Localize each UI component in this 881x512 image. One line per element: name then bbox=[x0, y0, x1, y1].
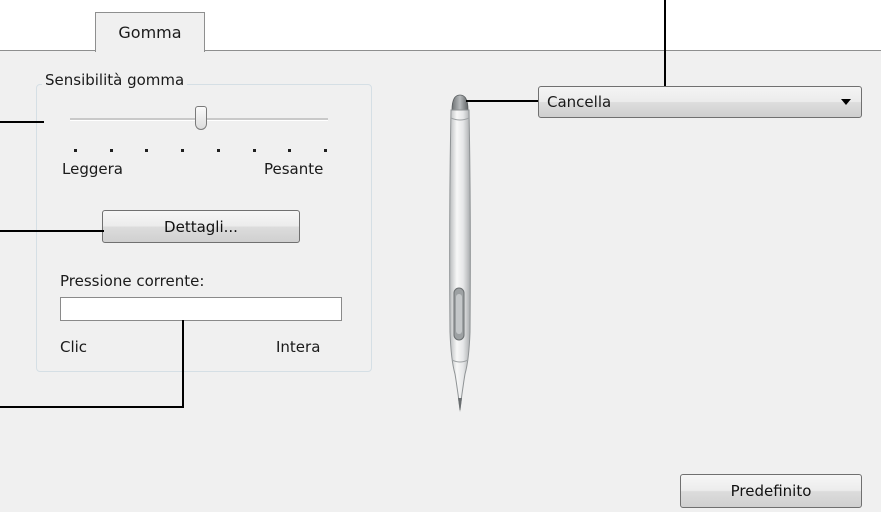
callout-line-details bbox=[0, 230, 104, 232]
eraser-function-value: Cancella bbox=[547, 93, 612, 111]
slider-tick bbox=[324, 149, 327, 152]
slider-tick bbox=[181, 149, 184, 152]
pressure-max-label: Intera bbox=[276, 338, 321, 356]
slider-tick bbox=[288, 149, 291, 152]
slider-min-label: Leggera bbox=[62, 160, 123, 178]
callout-line-dropdown bbox=[664, 0, 666, 86]
slider-tick bbox=[145, 149, 148, 152]
eraser-function-dropdown[interactable]: Cancella bbox=[538, 86, 862, 118]
details-button[interactable]: Dettagli... bbox=[102, 210, 300, 243]
chevron-down-icon[interactable] bbox=[841, 99, 851, 105]
eraser-sensitivity-title: Sensibilità gomma bbox=[42, 71, 188, 89]
slider-tick bbox=[74, 149, 77, 152]
callout-line-pressure-vertical bbox=[182, 320, 184, 408]
callout-line-slider bbox=[0, 121, 44, 123]
slider-max-label: Pesante bbox=[264, 160, 324, 178]
slider-tick bbox=[110, 149, 113, 152]
current-pressure-bar bbox=[60, 297, 342, 321]
callout-line-pressure-horizontal bbox=[0, 406, 184, 408]
slider-tick bbox=[253, 149, 256, 152]
pen-stylus-icon bbox=[449, 94, 471, 412]
pressure-min-label: Clic bbox=[60, 338, 88, 356]
tab-gomma[interactable]: Gomma bbox=[95, 12, 205, 52]
tab-label: Gomma bbox=[118, 23, 182, 42]
eraser-sensitivity-slider-thumb[interactable] bbox=[195, 106, 207, 130]
callout-line-pen bbox=[466, 100, 538, 102]
current-pressure-label: Pressione corrente: bbox=[60, 272, 205, 290]
slider-tick bbox=[217, 149, 220, 152]
default-button[interactable]: Predefinito bbox=[680, 474, 862, 508]
